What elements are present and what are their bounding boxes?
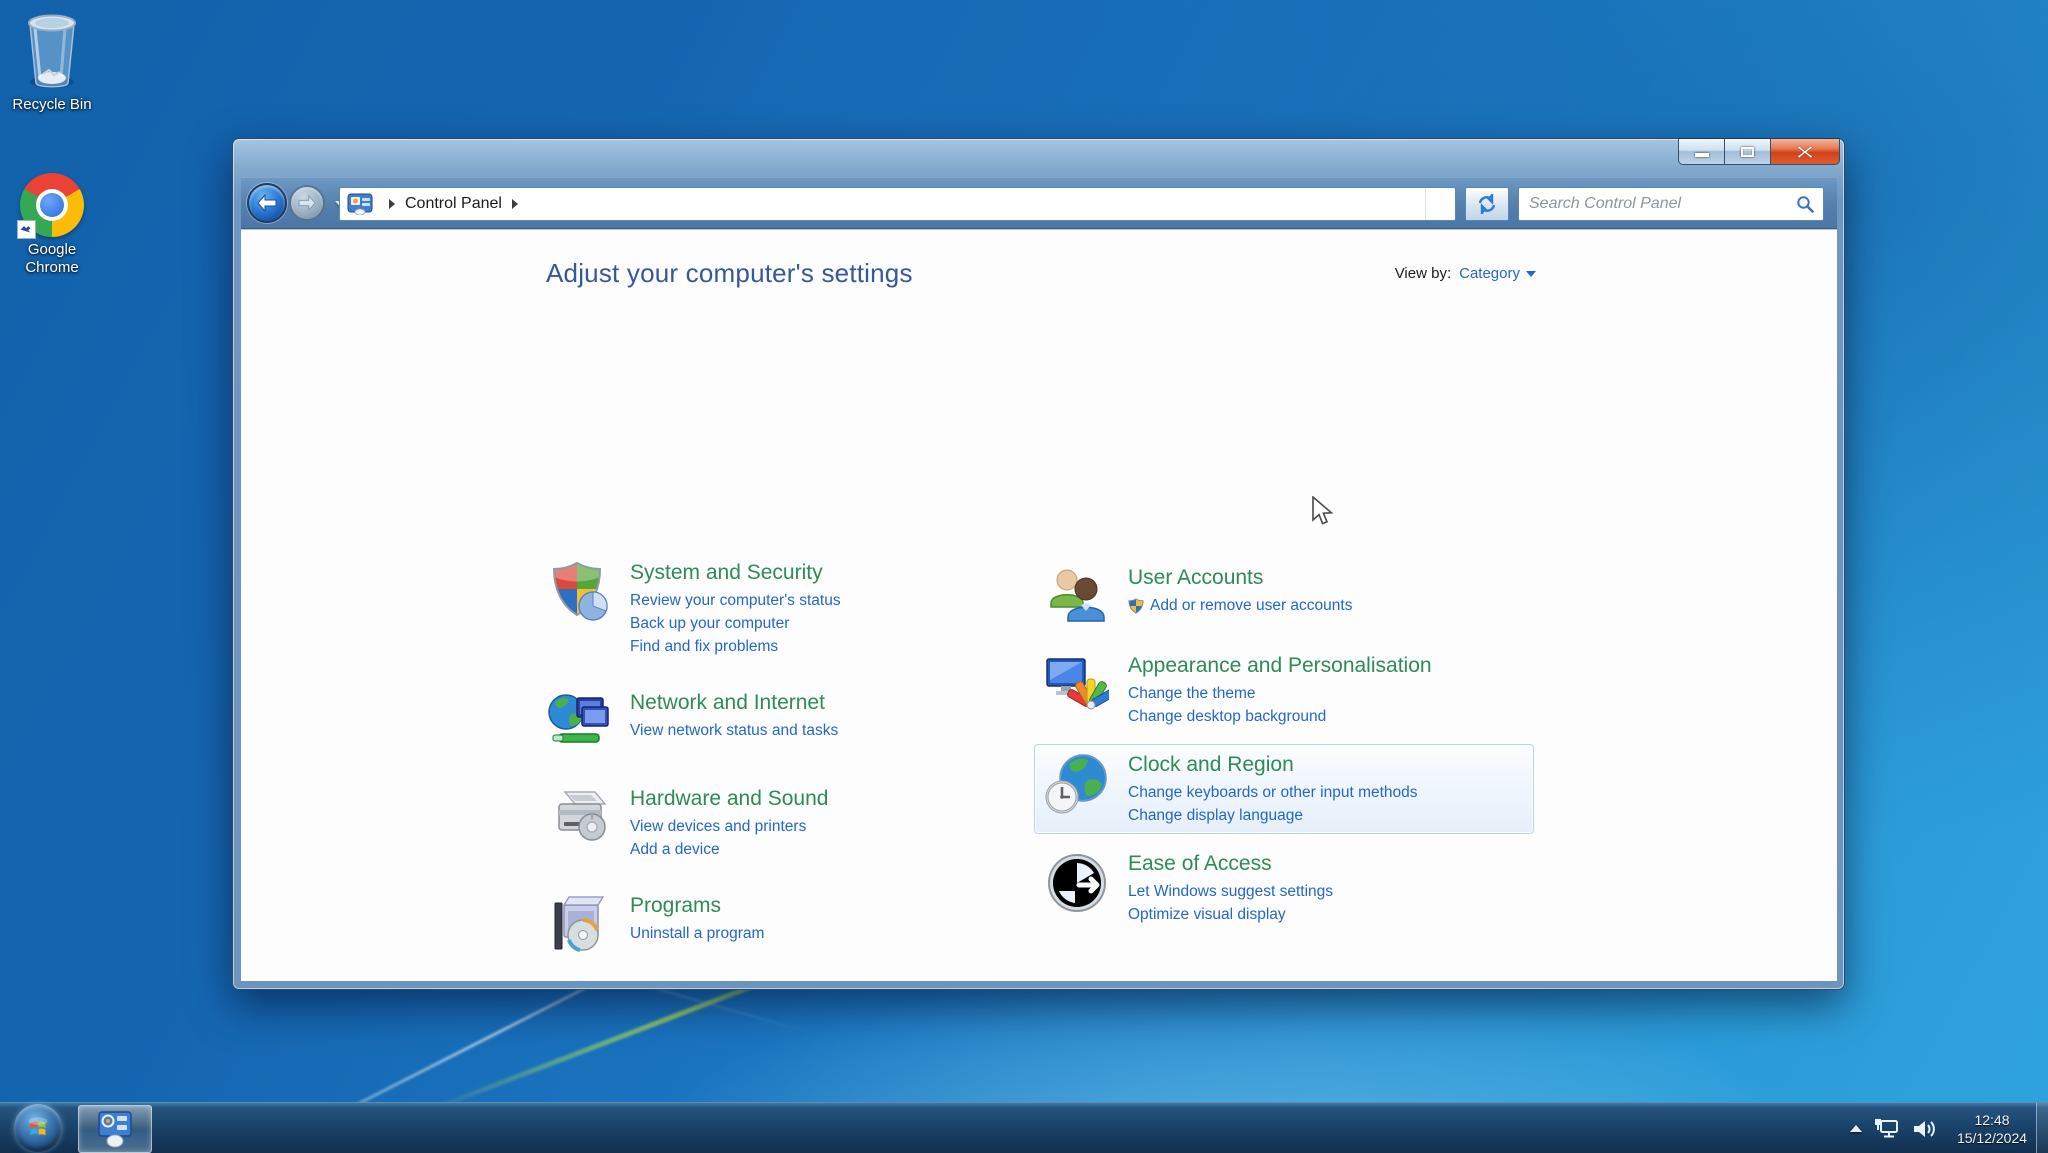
category-system-and-security: System and Security Review your computer'… <box>536 552 996 665</box>
search-icon[interactable] <box>1796 195 1814 213</box>
refresh-icon <box>1476 194 1498 214</box>
ease-of-access-icon[interactable] <box>1045 851 1109 915</box>
show-hidden-icons-button[interactable] <box>1850 1125 1862 1132</box>
programs-icon[interactable] <box>547 893 611 957</box>
view-by-value[interactable]: Category <box>1459 265 1520 282</box>
navigation-bar: Control Panel <box>241 177 1837 229</box>
category-title-appearance-and-personalisation[interactable]: Appearance and Personalisation <box>1128 653 1432 679</box>
mouse-cursor <box>1311 496 1337 526</box>
taskbar-clock[interactable]: 12:48 15/12/2024 <box>1950 1111 2034 1147</box>
desktop: Recycle Bin Google Chrome <box>0 0 2048 1153</box>
category-appearance-and-personalisation: Appearance and Personalisation Change the… <box>1034 645 1534 735</box>
minimize-icon <box>1695 153 1709 157</box>
control-panel-icon <box>347 193 373 215</box>
address-bar[interactable]: Control Panel <box>339 187 1456 221</box>
hardware-sound-icon[interactable] <box>547 786 611 850</box>
back-button[interactable] <box>247 183 287 223</box>
maximize-icon <box>1741 147 1754 157</box>
control-panel-window: Control Panel <box>232 138 1845 990</box>
task-link-change-the-theme[interactable]: Change the theme <box>1128 682 1432 705</box>
appearance-icon[interactable] <box>1045 653 1109 717</box>
taskbar-control-panel-button[interactable] <box>78 1105 152 1153</box>
network-internet-icon[interactable] <box>547 690 611 754</box>
category-ease-of-access: Ease of Access Let Windows suggest settin… <box>1034 843 1534 933</box>
minimize-button[interactable] <box>1678 138 1724 165</box>
close-button[interactable] <box>1770 138 1840 165</box>
volume-icon[interactable] <box>1912 1117 1938 1141</box>
category-title-hardware-and-sound[interactable]: Hardware and Sound <box>630 786 828 812</box>
categories-right-column: User Accounts Add or remove user account… <box>1034 557 1534 933</box>
view-by-caret-icon[interactable] <box>1526 271 1536 277</box>
show-desktop-button[interactable] <box>2036 1103 2048 1153</box>
task-link-change-keyboards-or-other-input-methods[interactable]: Change keyboards or other input methods <box>1128 781 1418 804</box>
category-clock-and-region: Clock and Region Change keyboards or othe… <box>1034 744 1534 834</box>
shortcut-arrow-icon <box>17 220 36 239</box>
chrome-icon <box>0 155 104 237</box>
task-link-review-your-computer-s-status[interactable]: Review your computer's status <box>630 589 841 612</box>
view-by-label: View by: <box>1395 265 1451 282</box>
task-link-view-network-status-and-tasks[interactable]: View network status and tasks <box>630 719 838 742</box>
control-panel-content: Adjust your computer's settings View by:… <box>241 229 1837 981</box>
task-link-change-desktop-background[interactable]: Change desktop background <box>1128 705 1432 728</box>
taskbar: 12:48 15/12/2024 <box>0 1102 2048 1153</box>
task-link-uninstall-a-program[interactable]: Uninstall a program <box>630 922 764 945</box>
desktop-icon-label: Recycle Bin <box>0 96 104 114</box>
start-button[interactable] <box>14 1104 62 1152</box>
category-hardware-and-sound: Hardware and Sound View devices and print… <box>536 778 996 868</box>
close-icon <box>1797 145 1813 159</box>
window-controls <box>1678 138 1840 165</box>
forward-button[interactable] <box>289 185 325 221</box>
clock-date: 15/12/2024 <box>1950 1129 2034 1147</box>
category-programs: Programs Uninstall a program <box>536 885 996 964</box>
address-dropdown-button[interactable] <box>1425 188 1455 220</box>
category-title-clock-and-region[interactable]: Clock and Region <box>1128 752 1418 778</box>
breadcrumb-item[interactable]: Control Panel <box>405 195 502 213</box>
maximize-button[interactable] <box>1724 138 1770 165</box>
task-link-find-and-fix-problems[interactable]: Find and fix problems <box>630 635 841 658</box>
task-link-view-devices-and-printers[interactable]: View devices and printers <box>630 815 828 838</box>
network-icon[interactable] <box>1874 1117 1900 1141</box>
refresh-button[interactable] <box>1465 187 1509 221</box>
category-title-user-accounts[interactable]: User Accounts <box>1128 565 1352 591</box>
category-title-programs[interactable]: Programs <box>630 893 764 919</box>
content-header: Adjust your computer's settings View by:… <box>546 258 1536 289</box>
category-network-and-internet: Network and Internet View network status … <box>536 682 996 761</box>
windows-logo-icon <box>23 1113 53 1143</box>
recycle-bin-icon <box>0 10 104 92</box>
clock-time: 12:48 <box>1950 1111 2034 1129</box>
uac-shield-icon <box>1128 598 1144 614</box>
task-link-add-or-remove-user-accounts[interactable]: Add or remove user accounts <box>1128 594 1352 617</box>
view-by-control: View by: Category <box>1395 265 1536 282</box>
user-accounts-icon[interactable] <box>1045 565 1109 629</box>
page-title: Adjust your computer's settings <box>546 258 913 289</box>
task-link-optimize-visual-display[interactable]: Optimize visual display <box>1128 903 1333 926</box>
search-box <box>1518 187 1824 221</box>
task-link-let-windows-suggest-settings[interactable]: Let Windows suggest settings <box>1128 880 1333 903</box>
breadcrumb-arrow-icon[interactable] <box>389 199 395 209</box>
desktop-icon-google-chrome[interactable]: Google Chrome <box>0 155 104 277</box>
clock-region-icon[interactable] <box>1045 752 1109 816</box>
task-link-back-up-your-computer[interactable]: Back up your computer <box>630 612 841 635</box>
category-user-accounts: User Accounts Add or remove user account… <box>1034 557 1534 636</box>
category-title-system-and-security[interactable]: System and Security <box>630 560 841 586</box>
back-arrow-icon <box>256 194 278 212</box>
forward-arrow-icon <box>297 195 317 211</box>
task-link-change-display-language[interactable]: Change display language <box>1128 804 1418 827</box>
category-title-ease-of-access[interactable]: Ease of Access <box>1128 851 1333 877</box>
category-title-network-and-internet[interactable]: Network and Internet <box>630 690 838 716</box>
desktop-icon-label: Google Chrome <box>0 241 104 277</box>
categories-left-column: System and Security Review your computer'… <box>536 552 996 964</box>
search-input[interactable] <box>1519 188 1796 220</box>
task-link-add-a-device[interactable]: Add a device <box>630 838 828 861</box>
control-panel-taskbar-icon <box>94 1109 136 1149</box>
breadcrumb-arrow-icon[interactable] <box>512 199 518 209</box>
system-security-icon[interactable] <box>547 560 611 624</box>
desktop-icon-recycle-bin[interactable]: Recycle Bin <box>0 10 104 114</box>
system-tray: 12:48 15/12/2024 <box>1850 1103 2034 1153</box>
